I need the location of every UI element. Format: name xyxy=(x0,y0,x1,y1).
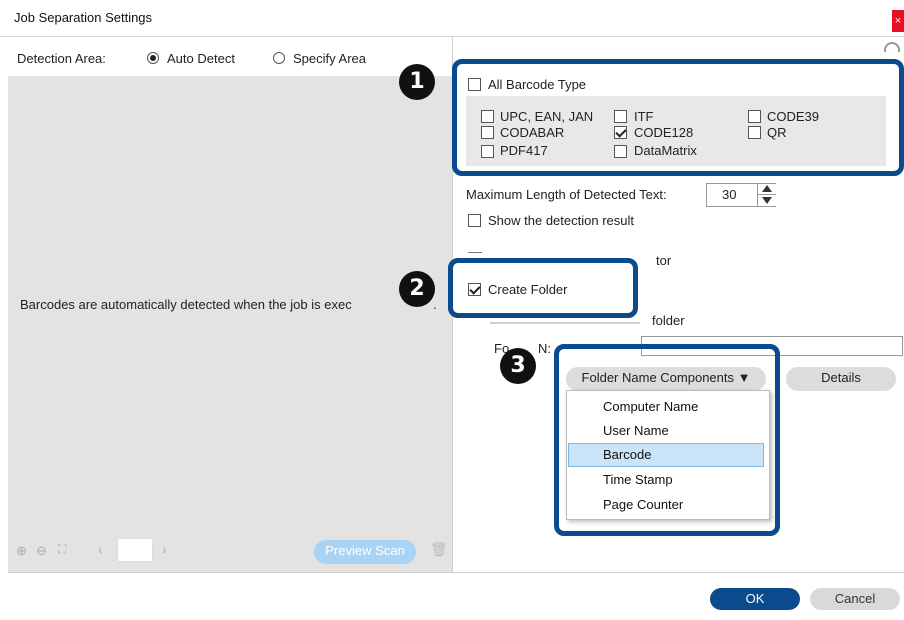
step-badge-1: 1 xyxy=(399,64,435,100)
preview-pane xyxy=(8,76,452,572)
trash-icon[interactable]: 🗑 xyxy=(430,541,448,558)
page-number-field[interactable] xyxy=(117,538,153,562)
window-title: Job Separation Settings xyxy=(14,10,153,25)
folder-name-label-part2: N: xyxy=(538,341,551,356)
close-button[interactable]: × xyxy=(892,10,904,32)
footer-separator xyxy=(8,572,904,573)
obscured-label xyxy=(490,322,640,324)
fit-screen-icon[interactable]: ⛶ xyxy=(58,542,66,557)
specify-area-radio[interactable] xyxy=(273,52,285,64)
scroll-indicator-icon xyxy=(884,42,900,52)
auto-detect-label: Auto Detect xyxy=(167,51,235,66)
step-badge-3: 3 xyxy=(500,348,536,384)
highlight-components-menu xyxy=(554,344,780,536)
auto-detect-radio[interactable] xyxy=(147,52,159,64)
folder-text: folder xyxy=(652,313,685,328)
highlight-create-folder xyxy=(448,258,638,318)
show-result-label: Show the detection result xyxy=(488,213,634,228)
zoom-in-icon[interactable]: ⊕ xyxy=(16,543,27,559)
auto-detect-message-tail: . xyxy=(433,297,437,312)
max-length-value: 30 xyxy=(722,187,737,202)
step-badge-2: 2 xyxy=(399,271,435,307)
specify-area-label: Specify Area xyxy=(293,51,366,66)
prev-page-icon[interactable]: ‹ xyxy=(98,541,103,557)
spin-down-icon[interactable] xyxy=(762,197,772,204)
cancel-button[interactable]: Cancel xyxy=(810,588,900,610)
spinner-buttons[interactable] xyxy=(757,184,776,206)
zoom-out-icon[interactable]: ⊖ xyxy=(36,543,47,559)
detection-area-label: Detection Area: xyxy=(17,51,106,66)
spin-up-icon[interactable] xyxy=(762,185,772,192)
show-result-checkbox[interactable] xyxy=(468,214,481,227)
details-button[interactable]: Details xyxy=(786,367,896,391)
preview-scan-button[interactable]: Preview Scan xyxy=(314,540,416,564)
highlight-barcode-types xyxy=(452,59,904,176)
next-page-icon[interactable]: › xyxy=(162,541,167,557)
auto-detect-message: Barcodes are automatically detected when… xyxy=(20,297,352,312)
ok-button[interactable]: OK xyxy=(710,588,800,610)
max-length-label: Maximum Length of Detected Text: xyxy=(466,187,667,202)
hidden-checkbox-fragment xyxy=(468,252,482,257)
partial-separator-label: tor xyxy=(656,253,672,268)
